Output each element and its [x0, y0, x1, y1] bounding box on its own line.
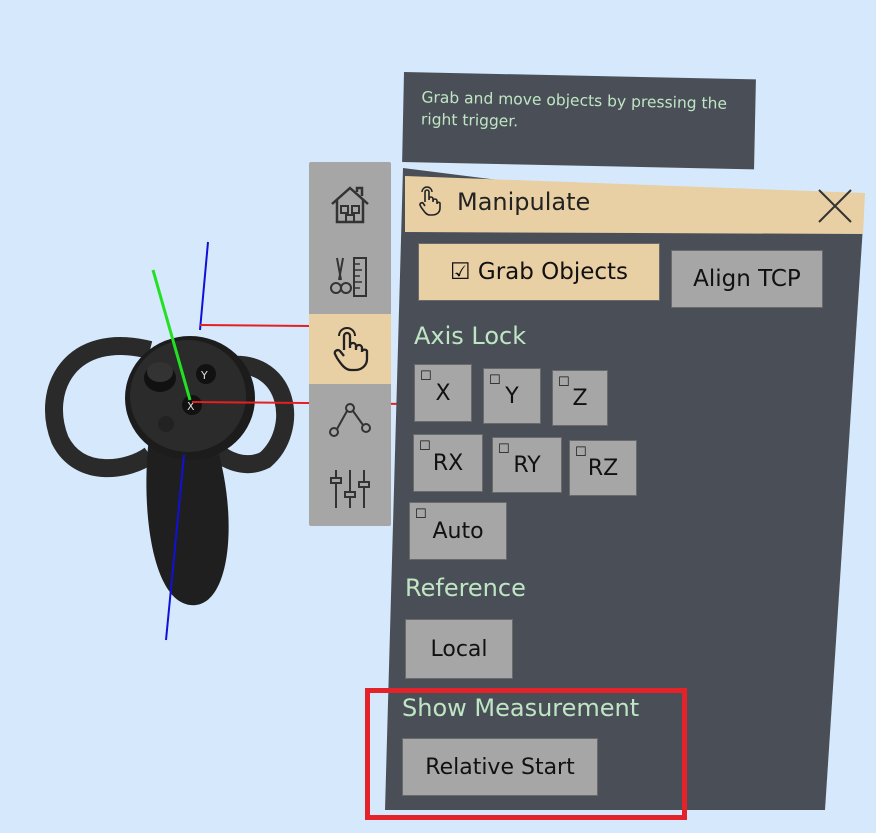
hand-pointer-icon [419, 186, 441, 216]
reference-button[interactable]: Local [405, 619, 513, 679]
path-nodes-icon [329, 403, 371, 437]
controller-y-label: Y [200, 369, 208, 382]
hint-text: Grab and move objects by pressing the ri… [420, 88, 728, 131]
grab-objects-toggle[interactable]: ☑ Grab Objects [418, 243, 660, 301]
axis-lock-z-checkbox[interactable]: ☐ Z [552, 370, 608, 426]
sliders-icon [330, 470, 370, 508]
highlight-box [365, 688, 687, 820]
home-icon [331, 186, 369, 224]
axis-lock-rz-checkbox[interactable]: ☐ RZ [569, 440, 637, 496]
path-button[interactable] [309, 386, 391, 456]
axis-lock-rx-checkbox[interactable]: ☐ RX [413, 434, 483, 492]
axis-lock-ry-checkbox[interactable]: ☐ RY [492, 437, 562, 493]
x-button [182, 395, 202, 415]
close-icon[interactable] [815, 186, 855, 226]
axis-lock-heading: Axis Lock [414, 322, 527, 350]
tools-button[interactable] [309, 242, 391, 312]
axis-lock-y-checkbox[interactable]: ☐ Y [483, 368, 541, 424]
manipulate-button[interactable] [309, 314, 391, 384]
align-tcp-button[interactable]: Align TCP [671, 250, 823, 308]
hand-pointer-icon [333, 327, 369, 372]
y-button [196, 364, 216, 384]
axis-lock-auto-checkbox[interactable]: ☐ Auto [409, 502, 507, 560]
controller-x-label: X [187, 400, 195, 413]
tools-icon [330, 257, 367, 297]
home-button[interactable] [309, 170, 391, 240]
hint-tooltip: Grab and move objects by pressing the ri… [402, 72, 756, 170]
reference-heading: Reference [405, 574, 526, 602]
tool-sidebar [309, 162, 391, 526]
axis-lock-x-checkbox[interactable]: ☐ X [414, 364, 472, 422]
settings-button[interactable] [309, 454, 391, 524]
panel-title: Manipulate [457, 188, 591, 216]
